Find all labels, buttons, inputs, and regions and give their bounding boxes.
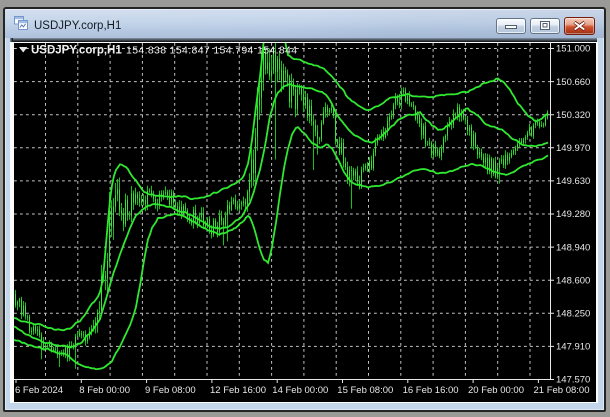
svg-text:150.320: 150.320 (556, 110, 590, 121)
svg-text:USDJPY.corp,H1: USDJPY.corp,H1 (31, 45, 122, 57)
svg-text:148.600: 148.600 (556, 275, 590, 286)
svg-text:9 Feb 08:00: 9 Feb 08:00 (145, 385, 196, 396)
svg-text:150.660: 150.660 (556, 77, 590, 88)
svg-text:151.000: 151.000 (556, 44, 590, 55)
svg-text:21 Feb 08:00: 21 Feb 08:00 (534, 385, 590, 396)
svg-text:20 Feb 00:00: 20 Feb 00:00 (468, 385, 524, 396)
svg-text:149.280: 149.280 (556, 209, 590, 220)
svg-text:148.940: 148.940 (556, 242, 590, 253)
svg-text:147.910: 147.910 (556, 342, 590, 353)
svg-text:12 Feb 16:00: 12 Feb 16:00 (210, 385, 266, 396)
svg-text:149.970: 149.970 (556, 143, 590, 154)
svg-text:154.838 154.847 154.794 154.84: 154.838 154.847 154.794 154.844 (126, 45, 297, 57)
svg-text:14 Feb 00:00: 14 Feb 00:00 (272, 385, 328, 396)
svg-text:148.250: 148.250 (556, 309, 590, 320)
svg-text:16 Feb 16:00: 16 Feb 16:00 (403, 385, 459, 396)
svg-text:6 Feb 2024: 6 Feb 2024 (15, 385, 63, 396)
svg-text:8 Feb 00:00: 8 Feb 00:00 (79, 385, 130, 396)
svg-text:15 Feb 08:00: 15 Feb 08:00 (337, 385, 393, 396)
svg-text:149.630: 149.630 (556, 176, 590, 187)
